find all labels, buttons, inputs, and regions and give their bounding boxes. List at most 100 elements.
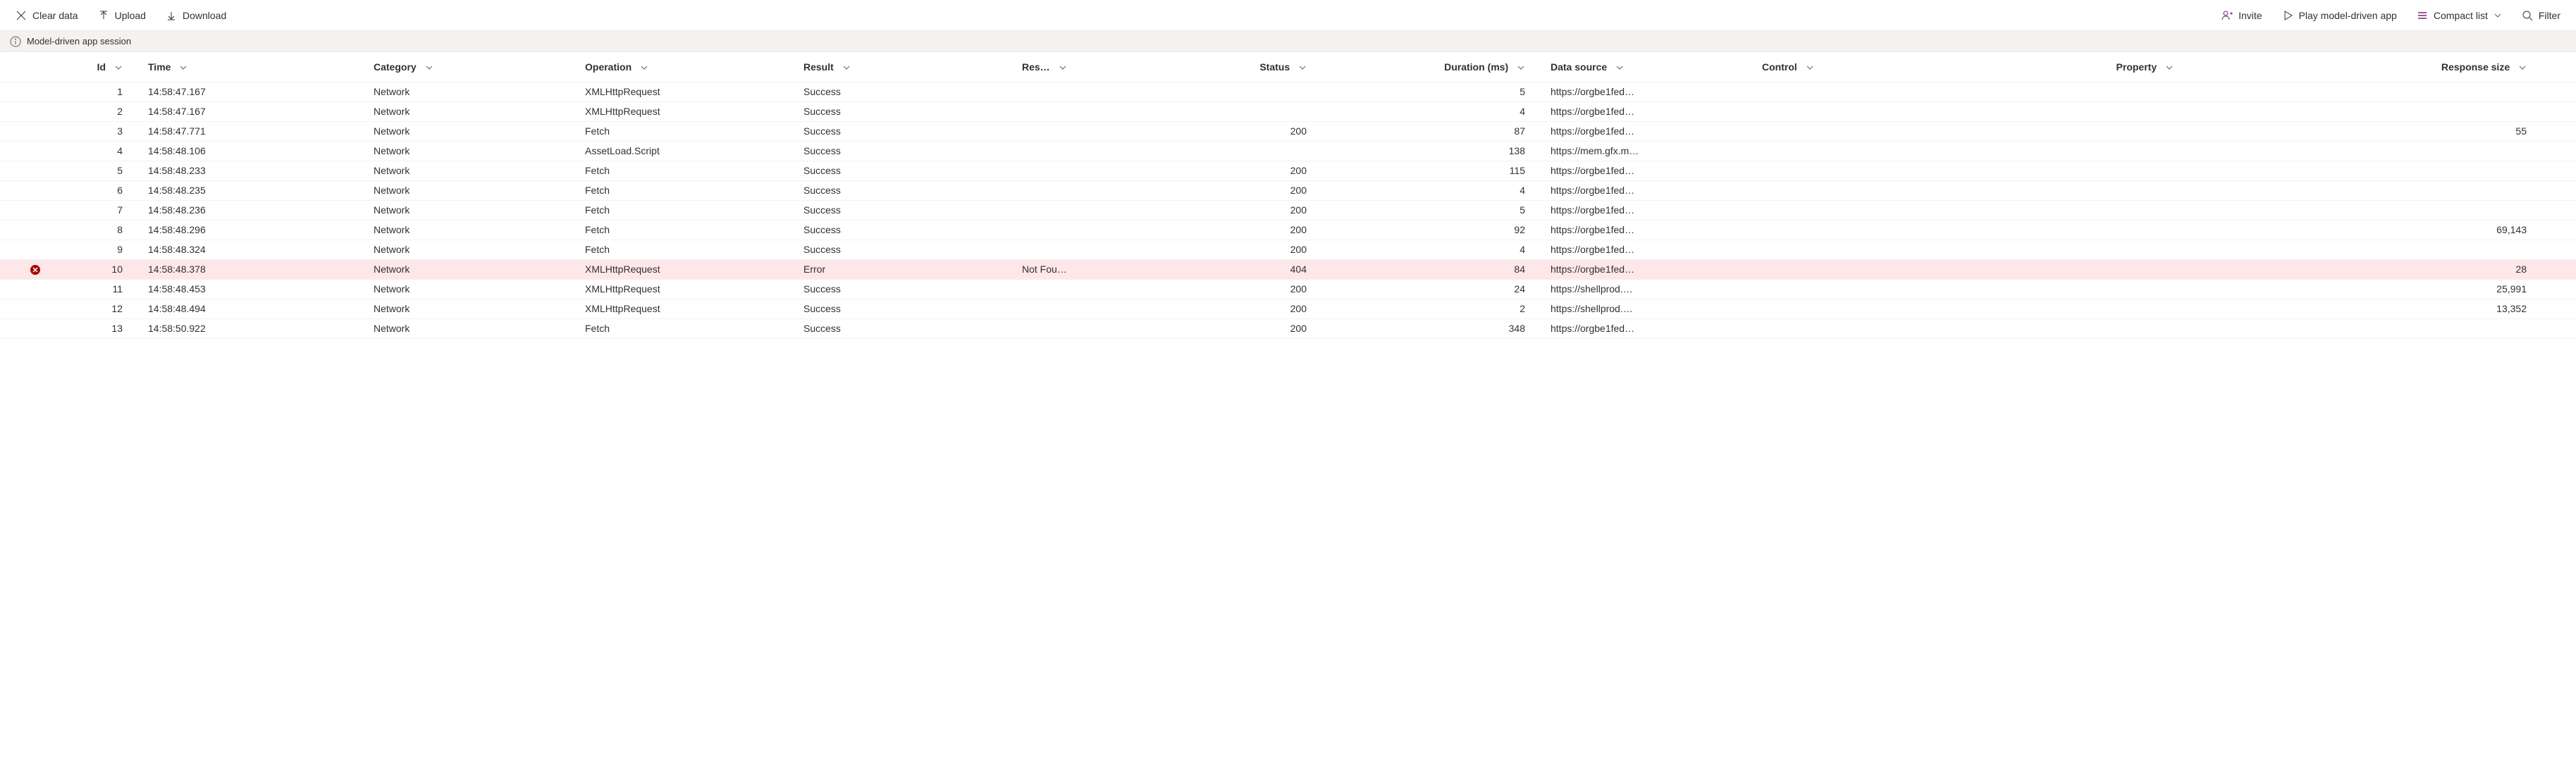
- cell-duration: 92: [1332, 220, 1551, 240]
- table-row[interactable]: 1114:58:48.453NetworkXMLHttpRequestSucce…: [0, 279, 2576, 299]
- header-data-source[interactable]: Data source: [1551, 52, 1762, 82]
- table-row[interactable]: 1214:58:48.494NetworkXMLHttpRequestSucce…: [0, 299, 2576, 318]
- cell-category: Network: [374, 318, 585, 338]
- cell-duration: 87: [1332, 121, 1551, 141]
- cell-category: Network: [374, 259, 585, 279]
- table-row[interactable]: 814:58:48.296NetworkFetchSuccess20092htt…: [0, 220, 2576, 240]
- table-row[interactable]: 514:58:48.233NetworkFetchSuccess200115ht…: [0, 161, 2576, 180]
- cell-response-size: [2199, 141, 2576, 161]
- chevron-down-icon: [2165, 63, 2174, 72]
- cell-duration: 84: [1332, 259, 1551, 279]
- table-row[interactable]: 914:58:48.324NetworkFetchSuccess2004http…: [0, 240, 2576, 259]
- grid-header-row: Id Time Category Operation Result Res…: [0, 52, 2576, 82]
- cell-id: 11: [70, 279, 148, 299]
- cell-control: [1762, 259, 1980, 279]
- cell-response-size: [2199, 240, 2576, 259]
- cell-result: Success: [803, 161, 1022, 180]
- cell-property: [1980, 259, 2199, 279]
- filter-button[interactable]: Filter: [2520, 7, 2562, 24]
- cell-data-source: https://orgbe1fed…: [1551, 180, 1762, 200]
- header-id[interactable]: Id: [70, 52, 148, 82]
- infobar: Model-driven app session: [0, 31, 2576, 52]
- filter-icon: [2522, 10, 2533, 21]
- header-operation[interactable]: Operation: [585, 52, 803, 82]
- cell-control: [1762, 101, 1980, 121]
- cell-id: 12: [70, 299, 148, 318]
- table-row[interactable]: 614:58:48.235NetworkFetchSuccess2004http…: [0, 180, 2576, 200]
- cell-time: 14:58:48.233: [148, 161, 374, 180]
- cell-result-info: [1022, 141, 1142, 161]
- table-row[interactable]: 214:58:47.167NetworkXMLHttpRequestSucces…: [0, 101, 2576, 121]
- header-label: Duration (ms): [1444, 61, 1508, 73]
- cell-time: 14:58:50.922: [148, 318, 374, 338]
- cell-http-status: 200: [1142, 240, 1332, 259]
- cell-data-source: https://orgbe1fed…: [1551, 200, 1762, 220]
- upload-button[interactable]: Upload: [97, 7, 147, 24]
- cell-status-indicator: [0, 82, 70, 101]
- clear-data-button[interactable]: Clear data: [14, 7, 80, 24]
- cell-result-info: [1022, 180, 1142, 200]
- cell-status-indicator: [0, 121, 70, 141]
- header-http-status[interactable]: Status: [1142, 52, 1332, 82]
- chevron-down-icon: [1298, 63, 1307, 72]
- cell-data-source: https://orgbe1fed…: [1551, 259, 1762, 279]
- cell-category: Network: [374, 220, 585, 240]
- header-label: Category: [374, 61, 417, 73]
- cell-http-status: 200: [1142, 299, 1332, 318]
- cell-result: Success: [803, 279, 1022, 299]
- cell-control: [1762, 318, 1980, 338]
- cell-time: 14:58:48.494: [148, 299, 374, 318]
- cell-time: 14:58:47.771: [148, 121, 374, 141]
- list-icon: [2417, 10, 2428, 21]
- cell-operation: XMLHttpRequest: [585, 101, 803, 121]
- compact-list-button[interactable]: Compact list: [2415, 7, 2503, 24]
- table-row[interactable]: 714:58:48.236NetworkFetchSuccess2005http…: [0, 200, 2576, 220]
- cell-status-indicator: [0, 200, 70, 220]
- header-label: Res…: [1022, 61, 1050, 73]
- table-row[interactable]: 314:58:47.771NetworkFetchSuccess20087htt…: [0, 121, 2576, 141]
- cell-id: 2: [70, 101, 148, 121]
- table-row[interactable]: 414:58:48.106NetworkAssetLoad.ScriptSucc…: [0, 141, 2576, 161]
- cell-result-info: [1022, 240, 1142, 259]
- header-time[interactable]: Time: [148, 52, 374, 82]
- cell-id: 7: [70, 200, 148, 220]
- cell-result: Success: [803, 299, 1022, 318]
- cell-duration: 4: [1332, 240, 1551, 259]
- play-icon: [2282, 10, 2293, 21]
- header-status-indicator: [0, 52, 70, 82]
- cell-data-source: https://orgbe1fed…: [1551, 240, 1762, 259]
- cell-result: Success: [803, 318, 1022, 338]
- info-icon: [10, 36, 21, 47]
- invite-icon: [2221, 10, 2233, 21]
- header-result-info[interactable]: Res…: [1022, 52, 1142, 82]
- cell-time: 14:58:47.167: [148, 101, 374, 121]
- cell-result: Success: [803, 82, 1022, 101]
- header-response-size[interactable]: Response size: [2199, 52, 2576, 82]
- cell-property: [1980, 180, 2199, 200]
- cell-control: [1762, 180, 1980, 200]
- header-control[interactable]: Control: [1762, 52, 1980, 82]
- header-category[interactable]: Category: [374, 52, 585, 82]
- cell-result-info: [1022, 101, 1142, 121]
- table-row[interactable]: 114:58:47.167NetworkXMLHttpRequestSucces…: [0, 82, 2576, 101]
- cell-data-source: https://orgbe1fed…: [1551, 220, 1762, 240]
- header-duration[interactable]: Duration (ms): [1332, 52, 1551, 82]
- header-label: Id: [97, 61, 106, 73]
- header-property[interactable]: Property: [1980, 52, 2199, 82]
- header-result[interactable]: Result: [803, 52, 1022, 82]
- table-row[interactable]: 1014:58:48.378NetworkXMLHttpRequestError…: [0, 259, 2576, 279]
- cell-response-size: [2199, 200, 2576, 220]
- download-button[interactable]: Download: [164, 7, 228, 24]
- cell-status-indicator: [0, 259, 70, 279]
- download-icon: [166, 10, 177, 21]
- cell-status-indicator: [0, 299, 70, 318]
- play-button[interactable]: Play model-driven app: [2281, 7, 2398, 24]
- invite-button[interactable]: Invite: [2220, 7, 2263, 24]
- cell-id: 3: [70, 121, 148, 141]
- cell-duration: 4: [1332, 180, 1551, 200]
- cell-category: Network: [374, 279, 585, 299]
- cell-status-indicator: [0, 240, 70, 259]
- cell-id: 6: [70, 180, 148, 200]
- table-row[interactable]: 1314:58:50.922NetworkFetchSuccess200348h…: [0, 318, 2576, 338]
- cell-http-status: [1142, 101, 1332, 121]
